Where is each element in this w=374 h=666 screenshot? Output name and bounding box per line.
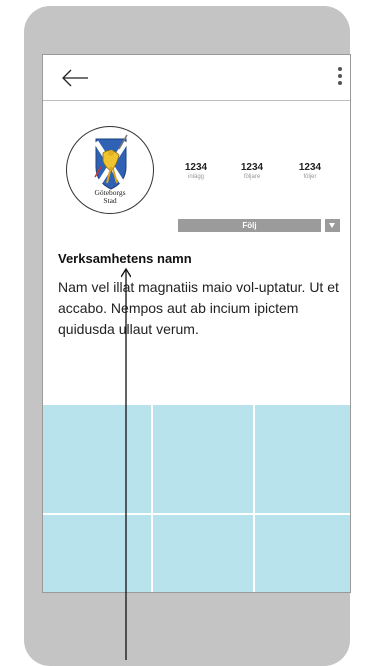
arrow-left-icon[interactable] <box>61 69 89 87</box>
grid-post[interactable] <box>255 405 350 513</box>
triangle-down-icon <box>329 223 335 228</box>
top-bar <box>43 55 350 101</box>
follow-dropdown-button[interactable] <box>325 219 340 232</box>
grid-post[interactable] <box>43 515 151 592</box>
stat-followers-value: 1234 <box>240 162 264 173</box>
stat-posts-label: inlägg <box>187 174 204 180</box>
grid-post[interactable] <box>43 405 151 513</box>
stat-followers[interactable]: 1234 följare <box>227 162 277 180</box>
business-name: Verksamhetens namn <box>58 251 192 266</box>
stat-following-label: följer <box>303 174 317 180</box>
post-grid <box>43 405 350 592</box>
business-description: Nam vel illat magnatiis maio vol-uptatur… <box>58 279 339 337</box>
stat-posts-value: 1234 <box>184 162 208 173</box>
profile-avatar[interactable]: Göteborgs Stad <box>66 126 154 214</box>
grid-post[interactable] <box>255 515 350 592</box>
stat-followers-label: följare <box>243 174 261 180</box>
annotation-arrow-icon <box>121 268 131 660</box>
grid-post[interactable] <box>153 515 253 592</box>
logo-text-line2: Stad <box>103 196 117 205</box>
stat-posts[interactable]: 1234 inlägg <box>171 162 221 180</box>
stat-following-value: 1234 <box>298 162 322 173</box>
follow-button[interactable]: Följ <box>178 219 321 232</box>
grid-post[interactable] <box>153 405 253 513</box>
app-screen: Göteborgs Stad 1234 inlägg 1234 följare … <box>42 54 351 593</box>
more-options-icon[interactable] <box>336 65 344 93</box>
stat-following[interactable]: 1234 följer <box>285 162 335 180</box>
